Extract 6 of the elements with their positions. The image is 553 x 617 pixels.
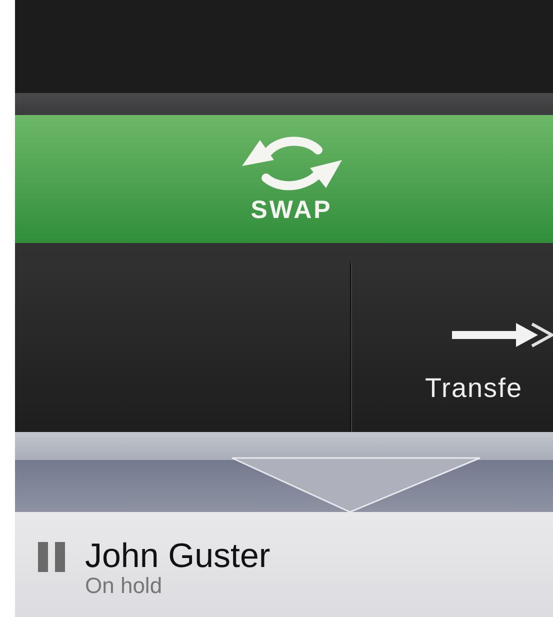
call-row[interactable]: John Guster On hold bbox=[15, 512, 553, 617]
arrow-icon bbox=[452, 321, 553, 349]
pause-icon bbox=[38, 542, 67, 572]
caller-name: John Guster bbox=[85, 538, 270, 574]
swap-icon bbox=[240, 136, 344, 192]
call-status: On hold bbox=[85, 574, 164, 598]
